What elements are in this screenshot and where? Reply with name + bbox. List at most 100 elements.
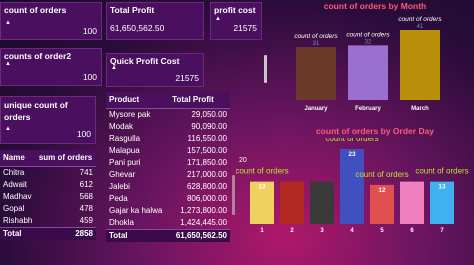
table-scrollbar[interactable] xyxy=(232,175,235,215)
card-value: 61,650,562.50 xyxy=(110,23,165,33)
sort-arrow-icon: ▲ xyxy=(215,16,221,22)
data-label-series: count of orders xyxy=(415,167,468,176)
card-value: 100 xyxy=(82,26,97,36)
data-label-series: count of orders xyxy=(346,31,390,38)
bar xyxy=(310,181,334,224)
data-label-series: count of orders xyxy=(398,16,442,23)
column-header-sum-orders[interactable]: sum of orders xyxy=(35,150,96,167)
card-profit-cost[interactable]: profit cost ▲ 21575 xyxy=(210,2,262,40)
data-label: 13 xyxy=(258,184,266,191)
card-label: Quick Profit Cost xyxy=(110,56,180,66)
x-tick-label: 4 xyxy=(350,228,354,234)
table-row: Chitra 741 xyxy=(0,166,96,179)
order-day-bar-chart: 201 2 3 4 5 6 7count of orders13count of order… xyxy=(236,138,469,234)
data-label: 12 xyxy=(378,187,386,194)
card-label: count of orders xyxy=(4,5,67,15)
table-row: Madhav 568 xyxy=(0,191,96,203)
card-count-of-order2[interactable]: counts of order2 ▲ 100 xyxy=(0,48,102,86)
column-header-total-profit[interactable]: Total Profit xyxy=(169,92,230,109)
card-label: counts of order2 xyxy=(4,51,72,61)
cell-product: Ghevar xyxy=(109,170,136,179)
x-tick-label: 7 xyxy=(440,228,444,234)
x-tick-label: February xyxy=(355,106,381,112)
cell-product: Gajar ka halwa xyxy=(109,206,163,215)
table-row: Malapua 157,500.00 xyxy=(106,145,230,157)
card-quick-profit-cost[interactable]: Quick Profit Cost ▲ 21575 xyxy=(106,53,204,87)
cell-value: 171,850.00 xyxy=(186,158,227,167)
cell-total-label: Total xyxy=(0,226,36,240)
cell-value: 459 xyxy=(79,216,93,225)
bar xyxy=(400,30,440,100)
cell-name: Adwait xyxy=(3,180,28,189)
table-row: Peda 806,000.00 xyxy=(106,193,230,205)
cell-product: Jalebi xyxy=(109,182,130,191)
cell-value: 217,000.00 xyxy=(186,170,227,179)
data-label-series: count of orders xyxy=(294,33,338,40)
cell-product: Peda xyxy=(109,194,128,203)
cell-product: Malapua xyxy=(109,146,140,155)
cell-total-label: Total xyxy=(106,228,170,242)
cell-value: 478 xyxy=(79,204,93,213)
cell-value: 612 xyxy=(79,180,93,189)
y-tick-label: 20 xyxy=(239,157,247,164)
data-label: 41 xyxy=(417,24,424,30)
bar xyxy=(296,47,336,100)
cell-value: 628,800.00 xyxy=(186,182,227,191)
sort-arrow-icon: ▲ xyxy=(5,20,11,26)
table-row: Pani puri 171,850.00 xyxy=(106,157,230,169)
cell-product: Mysore pak xyxy=(109,110,151,119)
cell-product: Dhokla xyxy=(109,218,134,227)
card-label: unique count of orders xyxy=(4,100,68,122)
sort-arrow-icon: ▲ xyxy=(111,65,117,71)
table-total-row: Total 2858 xyxy=(0,226,96,240)
cell-name: Gopal xyxy=(3,204,25,213)
x-tick-label: 1 xyxy=(260,228,264,234)
card-label: profit cost xyxy=(214,5,256,15)
column-header-name[interactable]: Name xyxy=(0,150,36,167)
data-label-series: count of orders xyxy=(236,167,289,176)
bar xyxy=(280,181,304,224)
cell-product: Modak xyxy=(109,122,134,131)
data-label-series: count of orders xyxy=(325,138,378,143)
bar xyxy=(340,149,364,224)
cell-value: 157,500.00 xyxy=(186,146,227,155)
card-label: Total Profit xyxy=(110,5,155,15)
table-row: Gopal 478 xyxy=(0,203,96,215)
cell-value: 1,424,445.00 xyxy=(180,218,227,227)
table-row: Ghevar 217,000.00 xyxy=(106,169,230,181)
data-label: 31 xyxy=(313,41,320,47)
data-label-series: count of orders xyxy=(355,170,408,179)
column-header-product[interactable]: Product xyxy=(106,92,170,109)
bar xyxy=(348,45,388,100)
table-row: Mysore pak 29,050.00 xyxy=(106,108,230,121)
table-total-row: Total 61,650,562.50 xyxy=(106,228,230,242)
table-row: Adwait 612 xyxy=(0,179,96,191)
cell-total-value: 61,650,562.50 xyxy=(169,228,230,242)
cell-value: 116,550.00 xyxy=(187,134,227,143)
cell-value: 29,050.00 xyxy=(191,110,227,119)
table-row: Modak 90,090.00 xyxy=(106,121,230,133)
cell-value: 806,000.00 xyxy=(186,194,227,203)
table-row: Rishabh 459 xyxy=(0,215,96,228)
cell-product: Pani puri xyxy=(109,158,141,167)
table-row: Gajar ka halwa 1,273,800.00 xyxy=(106,205,230,217)
card-total-profit[interactable]: Total Profit 61,650,562.50 xyxy=(106,2,204,40)
cell-value: 741 xyxy=(79,168,93,177)
month-bar-chart: count of orders31Januarycount of orders3… xyxy=(294,16,442,112)
product-profit-table: Product Total Profit Mysore pak 29,050.00… xyxy=(106,92,230,242)
card-count-of-orders[interactable]: count of orders ▲ 100 xyxy=(0,2,102,40)
x-tick-label: March xyxy=(411,106,429,112)
data-label: 23 xyxy=(348,151,356,158)
card-value: 100 xyxy=(82,72,97,82)
card-value: 21575 xyxy=(175,73,199,83)
cell-product: Rasgulla xyxy=(109,134,141,143)
table-scrollbar[interactable] xyxy=(264,55,267,83)
chart-title-order-day: count of orders by Order Day xyxy=(315,126,435,136)
card-unique-count[interactable]: unique count of orders ▲ 100 xyxy=(0,96,96,144)
cell-total-value: 2858 xyxy=(35,226,96,240)
cell-name: Rishabh xyxy=(3,216,33,225)
cell-name: Chitra xyxy=(3,168,25,177)
x-tick-label: 2 xyxy=(290,228,294,234)
data-label: 13 xyxy=(438,184,446,191)
table-row: Jalebi 628,800.00 xyxy=(106,181,230,193)
